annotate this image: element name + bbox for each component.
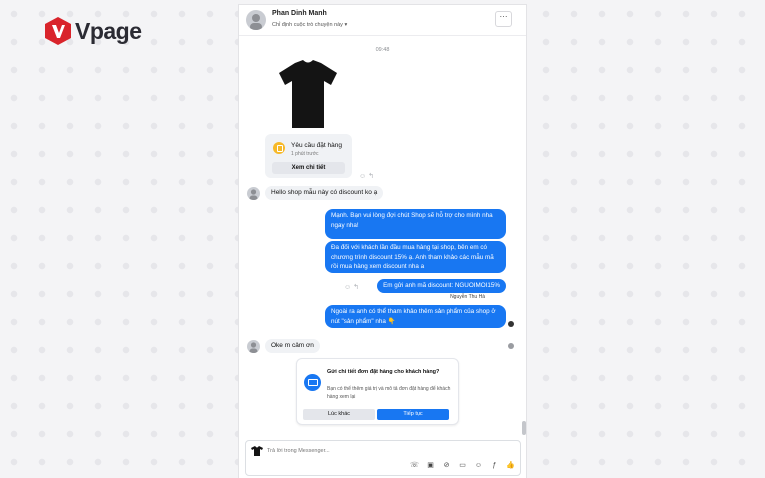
vpage-logo: Vpage: [44, 16, 142, 46]
reply-field[interactable]: Trả lời trong Messenger... ☏ ▣ ⊘ ▭ ☺ ƒ 👍: [245, 440, 521, 476]
order-request-card: Yêu cầu đặt hàng 1 phút trước Xem chi ti…: [265, 134, 352, 178]
chat-window: Phan Dinh Manh Chỉ định cuộc trò chuyện …: [238, 4, 527, 478]
shop-message: Mạnh. Bạn vui lòng đợi chút Shop sẽ hỗ t…: [325, 209, 506, 239]
product-tshirt-icon[interactable]: [251, 446, 263, 456]
shop-message: Em gửi anh mã discount: NGUOIMOI15%: [377, 279, 506, 293]
view-details-button[interactable]: Xem chi tiết: [272, 162, 345, 174]
message-timestamp: 09:48: [375, 47, 390, 53]
composer: Trả lời trong Messenger... ☏ ▣ ⊘ ▭ ☺ ƒ 👍: [239, 438, 528, 478]
more-options-button[interactable]: ···: [495, 11, 512, 27]
quick-reply-icon[interactable]: ▭: [457, 461, 468, 469]
prompt-title: Gửi chi tiết đơn đặt hàng cho khách hàng…: [327, 369, 440, 375]
order-document-icon: [273, 142, 285, 154]
send-order-details-prompt: Gửi chi tiết đơn đặt hàng cho khách hàng…: [296, 358, 459, 425]
contact-avatar[interactable]: [246, 10, 266, 30]
phone-icon[interactable]: ☏: [409, 461, 420, 469]
tshirt-icon: [279, 60, 337, 128]
vpage-logo-mark-icon: [45, 17, 71, 45]
prompt-description: Bạn có thể thêm giá trị và mô tả đơn đặt…: [327, 386, 451, 400]
customer-message: Hello shop mẫu này có discount ko ạ: [265, 186, 384, 200]
attach-icon[interactable]: ⊘: [441, 461, 452, 469]
order-card-time: 1 phút trước: [291, 151, 319, 157]
continue-button[interactable]: Tiếp tục: [377, 409, 449, 420]
gif-icon[interactable]: ƒ: [489, 462, 500, 469]
brand-name: Vpage: [75, 17, 142, 44]
customer-message: Oke m cảm ơn: [265, 339, 320, 353]
message-reaction-icons[interactable]: ☺ ↰: [359, 172, 374, 180]
order-card-title: Yêu cầu đặt hàng: [291, 142, 342, 149]
seen-avatar-icon: [508, 321, 514, 327]
later-button[interactable]: Lúc khác: [303, 409, 375, 420]
customer-avatar: [247, 340, 260, 353]
customer-avatar: [247, 187, 260, 200]
shop-icon[interactable]: ▣: [425, 461, 436, 469]
product-image[interactable]: [265, 55, 352, 134]
seen-by-label: Nguyễn Thu Hà: [450, 294, 485, 300]
message-reaction-icons[interactable]: ☺ ↰: [344, 283, 359, 291]
assign-conversation-dropdown[interactable]: Chỉ định cuộc trò chuyện này ▾: [272, 22, 347, 28]
contact-name[interactable]: Phan Dinh Manh: [272, 10, 327, 17]
reply-placeholder: Trả lời trong Messenger...: [267, 448, 330, 454]
shop-message: Ngoài ra anh có thể tham khảo thêm sản p…: [325, 305, 506, 328]
read-receipt-icon: [508, 343, 514, 349]
composer-toolbar: ☏ ▣ ⊘ ▭ ☺ ƒ 👍: [409, 461, 516, 470]
shop-message: Đa đối với khách lần đầu mua hàng tại sh…: [325, 241, 506, 273]
chat-header: Phan Dinh Manh Chỉ định cuộc trò chuyện …: [239, 5, 526, 36]
scrollbar[interactable]: [522, 421, 526, 435]
cart-icon: [304, 374, 321, 391]
like-icon[interactable]: 👍: [505, 461, 516, 469]
emoji-icon[interactable]: ☺: [473, 462, 484, 469]
